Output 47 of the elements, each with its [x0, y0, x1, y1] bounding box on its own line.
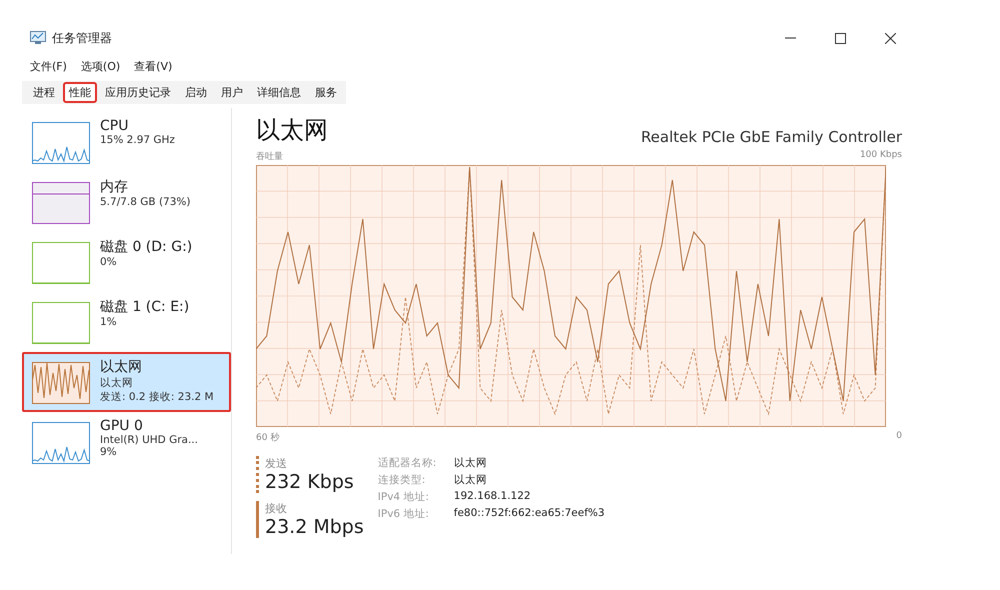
property-value: fe80::752f:662:ea65:7eef%3 [454, 507, 605, 521]
resource-item[interactable]: 内存 5.7/7.8 GB (73%) [22, 172, 231, 232]
resource-item[interactable]: GPU 0 Intel(R) UHD Gra... 9% [22, 412, 231, 472]
resource-detail: Intel(R) UHD Gra... [100, 434, 198, 446]
resource-item[interactable]: 磁盘 0 (D: G:) 0% [22, 232, 231, 292]
graph-label: 吞吐量 [256, 150, 283, 163]
send-label: 发送 [265, 456, 288, 471]
receive-label: 接收 [265, 501, 288, 516]
menu-item[interactable]: 选项(O) [80, 58, 120, 74]
menu-item[interactable]: 查看(V) [134, 58, 172, 74]
resource-name: CPU [100, 118, 130, 134]
resource-item[interactable]: CPU 15% 2.97 GHz [22, 112, 231, 172]
send-value: 232 Kbps [265, 471, 355, 493]
close-icon [884, 32, 896, 44]
minimize-icon [784, 37, 796, 39]
time-span-label: 60 秒 [256, 432, 280, 444]
resource-detail: 以太网 [100, 376, 134, 390]
resource-detail: 1% [100, 316, 118, 328]
resource-name: GPU 0 [100, 418, 144, 434]
property-value: 以太网 [454, 456, 488, 470]
resource-detail: 9% [100, 446, 118, 458]
resource-detail: 15% 2.97 GHz [100, 134, 175, 146]
detail-title: 以太网 [256, 115, 328, 146]
property-label: IPv6 地址: [378, 507, 430, 521]
tab[interactable]: 性能 [63, 82, 97, 103]
monitor-graph-icon [30, 31, 46, 45]
resource-detail: 0% [100, 256, 118, 268]
property-label: 连接类型: [378, 473, 426, 487]
adapter-name: Realtek PCIe GbE Family Controller [640, 128, 902, 146]
property-label: 适配器名称: [378, 456, 438, 470]
graph-min-label: 0 [896, 431, 902, 443]
resource-item[interactable]: 以太网 以太网 发送: 0.2 接收: 23.2 M [22, 352, 231, 412]
menu-item[interactable]: 文件(F) [30, 58, 67, 74]
maximize-icon [834, 32, 846, 44]
property-value: 192.168.1.122 [454, 490, 532, 504]
resource-item[interactable]: 磁盘 1 (C: E:) 1% [22, 292, 231, 352]
receive-value: 23.2 Mbps [265, 516, 364, 538]
property-value: 以太网 [454, 473, 488, 487]
resource-detail: 5.7/7.8 GB (73%) [100, 196, 190, 208]
resource-name: 磁盘 0 (D: G:) [100, 238, 192, 256]
property-label: IPv4 地址: [378, 490, 430, 504]
graph-max-label: 100 Kbps [860, 150, 902, 162]
resource-detail: 发送: 0.2 接收: 23.2 M [100, 390, 214, 404]
resource-name: 以太网 [100, 358, 143, 376]
window-title: 任务管理器 [52, 30, 113, 46]
resource-name: 内存 [100, 178, 129, 196]
resource-name: 磁盘 1 (C: E:) [100, 298, 190, 316]
